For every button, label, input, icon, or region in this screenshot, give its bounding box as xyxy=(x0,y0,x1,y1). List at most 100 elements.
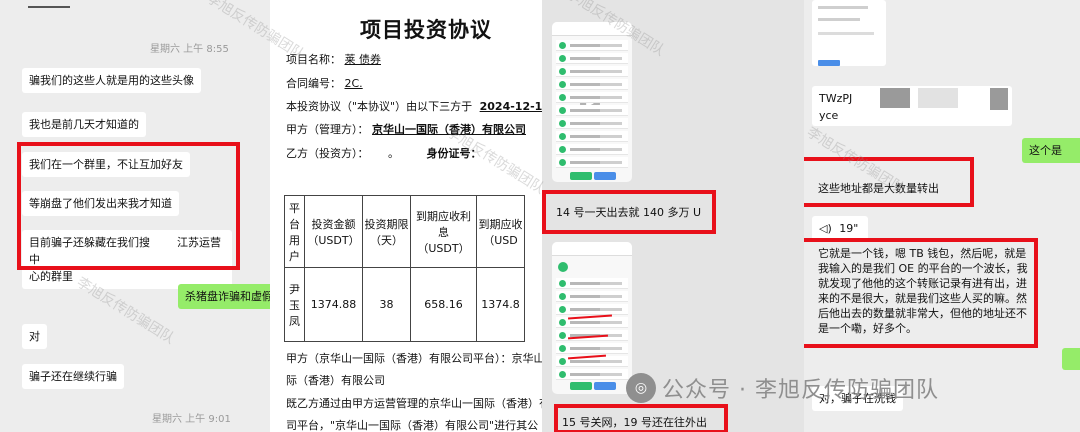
transaction-row[interactable] xyxy=(556,317,628,328)
header-text: （USDT） xyxy=(417,241,470,255)
placeholder-line xyxy=(600,122,622,125)
placeholder-line xyxy=(600,161,622,164)
party-b-line: 乙方（投资方）： 。 身份证号： xyxy=(286,146,482,162)
action-button[interactable] xyxy=(594,382,616,390)
chat-message-address[interactable]: TWzPJ yce xyxy=(812,86,1012,126)
placeholder-line xyxy=(600,282,622,285)
voice-wave-icon: ◁) xyxy=(819,222,832,235)
usdt-token-icon xyxy=(559,159,566,166)
header-text: （USDT） xyxy=(307,233,360,247)
placeholder-line xyxy=(570,360,600,363)
placeholder-line xyxy=(600,83,622,86)
phone-header xyxy=(552,242,632,256)
action-button[interactable] xyxy=(818,60,840,66)
header-text: 到期应收 xyxy=(478,217,523,231)
transaction-row[interactable] xyxy=(556,66,628,77)
transaction-row[interactable] xyxy=(556,144,628,155)
footer-name: 李旭反传防骗团队 xyxy=(754,378,939,403)
party-a-line: 甲方（管理方）： 京华山一国际（香港）有限公司 xyxy=(286,122,526,138)
field-label: 乙方（投资方）： xyxy=(286,147,369,160)
intro-text: 本投资协议（"本协议"）由以下三方于 xyxy=(286,100,473,113)
transaction-row[interactable] xyxy=(556,369,628,380)
chat-message-sent[interactable] xyxy=(1062,348,1080,370)
header-cell: 到期应收 （USD xyxy=(476,195,525,268)
usdt-token-icon xyxy=(559,293,566,300)
cell-char: 凤 xyxy=(289,314,300,328)
usdt-token-icon xyxy=(559,280,566,287)
usdt-token-icon xyxy=(559,319,566,326)
usdt-token-icon xyxy=(559,345,566,352)
field-value: 莱 债券 xyxy=(344,53,382,66)
placeholder-line xyxy=(600,308,622,311)
header-cell: 投资期限 （天） xyxy=(362,195,411,268)
highlight-box xyxy=(17,142,240,270)
placeholder-line xyxy=(570,321,600,324)
placeholder-line xyxy=(600,109,622,112)
placeholder-line xyxy=(570,347,600,350)
header-text: 投资金额 xyxy=(311,217,356,231)
action-button[interactable] xyxy=(570,172,592,180)
transaction-row[interactable] xyxy=(556,157,628,168)
document-paragraph: 甲方（京华山一国际（香港）有限公司平台）：京华山 xyxy=(286,352,542,365)
chat-message[interactable]: 骗子还在继续行骗 xyxy=(22,364,124,389)
placeholder-line xyxy=(570,109,600,112)
chat-message[interactable]: 我也是前几天才知道的 xyxy=(22,112,146,137)
wallet-address-text: TWzPJ xyxy=(819,92,853,105)
contract-document-panel: 项目投资协议 项目名称： 莱 债券 合同编号： 2C. 本投资协议（"本协议"）… xyxy=(270,0,542,432)
transaction-row[interactable] xyxy=(556,304,628,315)
redaction-block xyxy=(880,88,910,108)
header-text: 到期应收利息 xyxy=(416,209,471,239)
placeholder-line xyxy=(600,44,622,47)
redaction-block xyxy=(918,88,958,108)
transaction-row[interactable] xyxy=(556,278,628,289)
transaction-row[interactable] xyxy=(556,343,628,354)
header-text: （USD xyxy=(483,233,518,247)
wallet-address-text: yce xyxy=(819,109,839,122)
header-char: 用 xyxy=(289,233,300,247)
usdt-token-icon xyxy=(559,371,566,378)
transaction-row[interactable] xyxy=(556,79,628,90)
document-paragraph: 际（香港）有限公司 xyxy=(286,374,385,387)
official-account-footer: ◎ 公众号 · 李旭反传防骗团队 xyxy=(626,372,939,404)
transaction-row[interactable] xyxy=(556,53,628,64)
image-thumbnail[interactable] xyxy=(812,0,886,66)
usdt-token-icon xyxy=(559,306,566,313)
usdt-token-icon xyxy=(559,42,566,49)
header-cell: 投资金额 （USDT） xyxy=(304,195,363,268)
wallet-screenshots-panel: ▶ 14 号一天出去就 140 多万 U 15 号关网，19 号还在往外出 xyxy=(542,0,804,432)
header-char: 台 xyxy=(289,217,300,231)
table-cell: 38 xyxy=(362,267,411,342)
transaction-row[interactable] xyxy=(556,291,628,302)
placeholder-line xyxy=(600,70,622,73)
document-title: 项目投资协议 xyxy=(360,18,492,42)
field-label: 甲方（管理方）： xyxy=(286,123,369,136)
chat-message-sent[interactable]: 杀猪盘诈骗和虚假投 xyxy=(178,284,270,309)
phone-screenshot-top: ▶ xyxy=(552,22,632,182)
usdt-token-icon xyxy=(559,358,566,365)
placeholder-line xyxy=(570,295,600,298)
transaction-row[interactable] xyxy=(556,105,628,116)
voice-transcript: 它就是一个钱，嗯 TB 钱包，然后呢，就是我输入的是我们 OE 的平台的一个波长… xyxy=(818,247,1028,335)
chat-panel-right: TWzPJ yce 这个是 这些地址都是大数量转出 ◁) 19" 它就是一个钱，… xyxy=(804,0,1080,432)
chat-panel-left: 星期六 上午 8:55 骗我们的这些人就是用的这些头像 我也是前几天才知道的 我… xyxy=(0,0,270,432)
table-cell: 658.16 xyxy=(410,267,477,342)
usdt-token-icon xyxy=(559,146,566,153)
placeholder-line xyxy=(600,148,622,151)
transaction-row[interactable] xyxy=(556,40,628,51)
transaction-row[interactable] xyxy=(556,92,628,103)
chat-message[interactable]: 骗我们的这些人就是用的这些头像 xyxy=(22,68,201,93)
table-cell: 1374.8 xyxy=(476,267,525,342)
action-button[interactable] xyxy=(594,172,616,180)
placeholder-line xyxy=(600,360,622,363)
transaction-row[interactable] xyxy=(556,131,628,142)
usdt-token-icon xyxy=(559,107,566,114)
placeholder-line xyxy=(570,373,600,376)
action-button[interactable] xyxy=(570,382,592,390)
chat-message[interactable]: 对 xyxy=(22,324,47,349)
chat-message-sent[interactable]: 这个是 xyxy=(1022,138,1080,163)
official-account-text: 公众号 · 李旭反传防骗团队 xyxy=(662,372,939,404)
usdt-token-icon xyxy=(559,120,566,127)
investment-table: 平 台 用 户 投资金额 （USDT） 投资期限 （天） 到期应收利息 （USD… xyxy=(284,195,525,342)
transaction-row[interactable] xyxy=(556,118,628,129)
message-text: 心的群里 xyxy=(29,270,73,283)
